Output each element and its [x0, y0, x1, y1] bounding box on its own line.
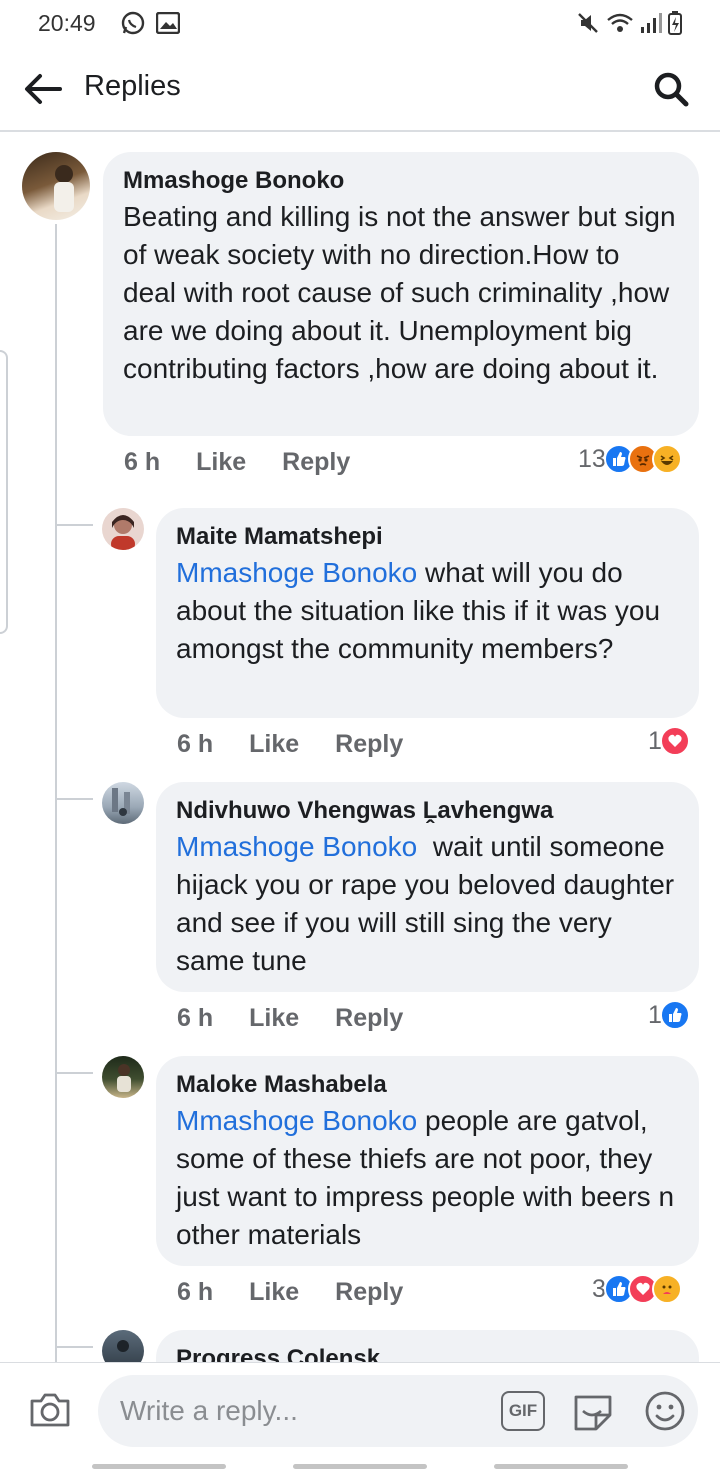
reply-time: 6 h — [177, 1004, 214, 1032]
reaction-summary[interactable]: 1 — [648, 726, 690, 756]
reply-author[interactable]: Ndivhuwo Vhengwas Ḽavhengwa — [176, 796, 679, 826]
emoji-icon[interactable] — [643, 1389, 687, 1433]
nav-bar-handle — [293, 1464, 427, 1469]
reaction-summary[interactable]: 3 — [592, 1274, 682, 1304]
comment-time: 6 h — [124, 448, 161, 476]
signal-icon — [641, 13, 662, 33]
reply-actions: 6 h Like Reply — [177, 1278, 403, 1307]
reply-author[interactable]: Maite Mamatshepi — [176, 522, 679, 552]
comment-text: Beating and killing is not the answer bu… — [123, 201, 676, 384]
reply-text: Mmashoge Bonoko people are gatvol, some … — [176, 1102, 679, 1254]
comment-bubble[interactable]: Mmashoge Bonoko Beating and killing is n… — [103, 152, 699, 436]
mention-link[interactable]: Mmashoge Bonoko — [176, 557, 417, 588]
scroll-indicator — [0, 350, 8, 634]
back-arrow-icon[interactable] — [22, 68, 64, 110]
mute-icon — [578, 13, 598, 33]
reply-composer: Write a reply... GIF — [0, 1362, 720, 1480]
gif-button[interactable]: GIF — [501, 1391, 545, 1431]
nav-bar-handle — [92, 1464, 226, 1469]
like-button[interactable]: Like — [249, 1278, 299, 1307]
gif-label: GIF — [508, 1401, 538, 1420]
like-button[interactable]: Like — [249, 730, 299, 759]
camera-icon[interactable] — [28, 1387, 72, 1431]
reply-button[interactable]: Reply — [335, 730, 403, 759]
reply-button[interactable]: Reply — [335, 1004, 403, 1033]
avatar[interactable] — [102, 508, 144, 550]
nav-bar-handle — [494, 1464, 628, 1469]
reply-button[interactable]: Reply — [282, 448, 350, 477]
reply-author[interactable]: Maloke Mashabela — [176, 1070, 679, 1100]
love-icon — [659, 726, 690, 756]
like-button[interactable]: Like — [249, 1004, 299, 1033]
avatar[interactable] — [22, 152, 90, 220]
reply-actions: 6 h Like Reply — [177, 730, 403, 759]
reply-time: 6 h — [177, 730, 214, 758]
reply-text: Mmashoge Bonoko wait until someone hijac… — [176, 828, 679, 980]
whatsapp-icon — [121, 11, 144, 35]
avatar[interactable] — [102, 1056, 144, 1098]
reply-author[interactable]: Progress Colensk — [176, 1344, 679, 1362]
thread-branch — [55, 1072, 93, 1074]
avatar[interactable] — [102, 782, 144, 824]
like-icon — [659, 1000, 690, 1030]
mention-link[interactable]: Mmashoge Bonoko — [176, 831, 417, 862]
thread-branch — [55, 1346, 93, 1348]
thread-branch — [55, 524, 93, 526]
gallery-icon — [155, 12, 180, 34]
reply-input-placeholder: Write a reply... — [120, 1395, 298, 1426]
reply-actions: 6 h Like Reply — [177, 1004, 403, 1033]
mention-link[interactable]: Mmashoge Bonoko — [176, 1105, 417, 1136]
avatar[interactable] — [102, 1330, 144, 1362]
reaction-count: 13 — [578, 444, 606, 473]
comment-author[interactable]: Mmashoge Bonoko — [123, 166, 679, 196]
reaction-summary[interactable]: 1 — [648, 1000, 690, 1030]
thread-connector — [55, 224, 57, 1362]
comment-thread[interactable]: Mmashoge Bonoko Beating and killing is n… — [0, 134, 720, 1362]
page-title: Replies — [84, 70, 181, 102]
reply-bubble[interactable]: Maloke Mashabela Mmashoge Bonoko people … — [156, 1056, 699, 1266]
wifi-icon — [607, 13, 633, 32]
thread-branch — [55, 798, 93, 800]
reply-input[interactable]: Write a reply... GIF — [98, 1375, 698, 1447]
haha-icon — [651, 444, 682, 474]
battery-icon — [668, 11, 682, 35]
search-icon[interactable] — [652, 70, 690, 108]
reply-bubble[interactable]: Progress Colensk — [156, 1330, 699, 1362]
reply-time: 6 h — [177, 1278, 214, 1306]
comment-actions: 6 h Like Reply — [124, 448, 350, 477]
reply-bubble[interactable]: Ndivhuwo Vhengwas Ḽavhengwa Mmashoge Bon… — [156, 782, 699, 992]
reply-button[interactable]: Reply — [335, 1278, 403, 1307]
sticker-icon[interactable] — [570, 1389, 616, 1435]
status-time: 20:49 — [38, 9, 96, 36]
app-bar: Replies — [0, 46, 720, 132]
status-bar: 20:49 — [0, 0, 720, 46]
reaction-summary[interactable]: 13 — [578, 444, 682, 474]
reply-bubble[interactable]: Maite Mamatshepi Mmashoge Bonoko what wi… — [156, 508, 699, 718]
like-button[interactable]: Like — [196, 448, 246, 477]
reply-text: Mmashoge Bonoko what will you do about t… — [176, 554, 679, 668]
care-icon — [651, 1274, 682, 1304]
